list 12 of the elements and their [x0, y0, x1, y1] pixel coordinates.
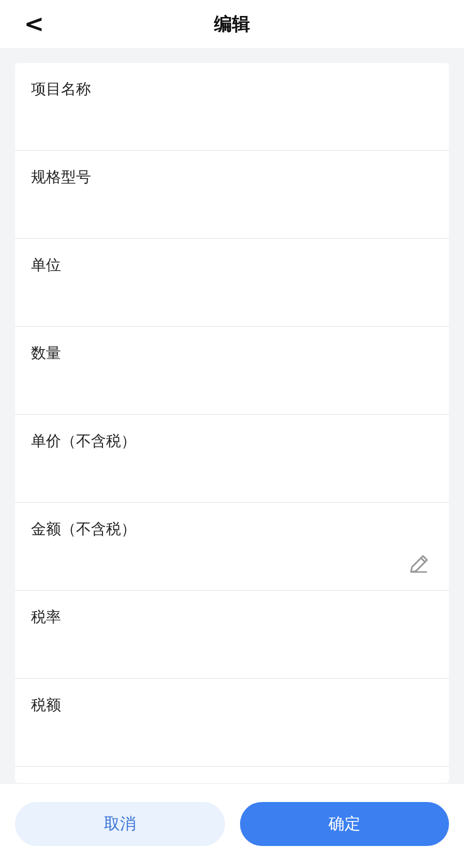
field-label: 项目名称: [31, 80, 91, 98]
page-title: 编辑: [214, 13, 250, 36]
confirm-button[interactable]: 确定: [240, 802, 449, 846]
field-label: 单位: [31, 256, 61, 274]
field-label: 税额: [31, 696, 61, 714]
field-label: 数量: [31, 344, 61, 362]
field-label: 规格型号: [31, 168, 91, 186]
back-button[interactable]: <: [18, 10, 50, 38]
cancel-button[interactable]: 取消: [15, 802, 224, 846]
field-label: 金额（不含税）: [31, 520, 136, 538]
field-label: 税率: [31, 608, 61, 626]
field-label: 单价（不含税）: [31, 432, 136, 450]
